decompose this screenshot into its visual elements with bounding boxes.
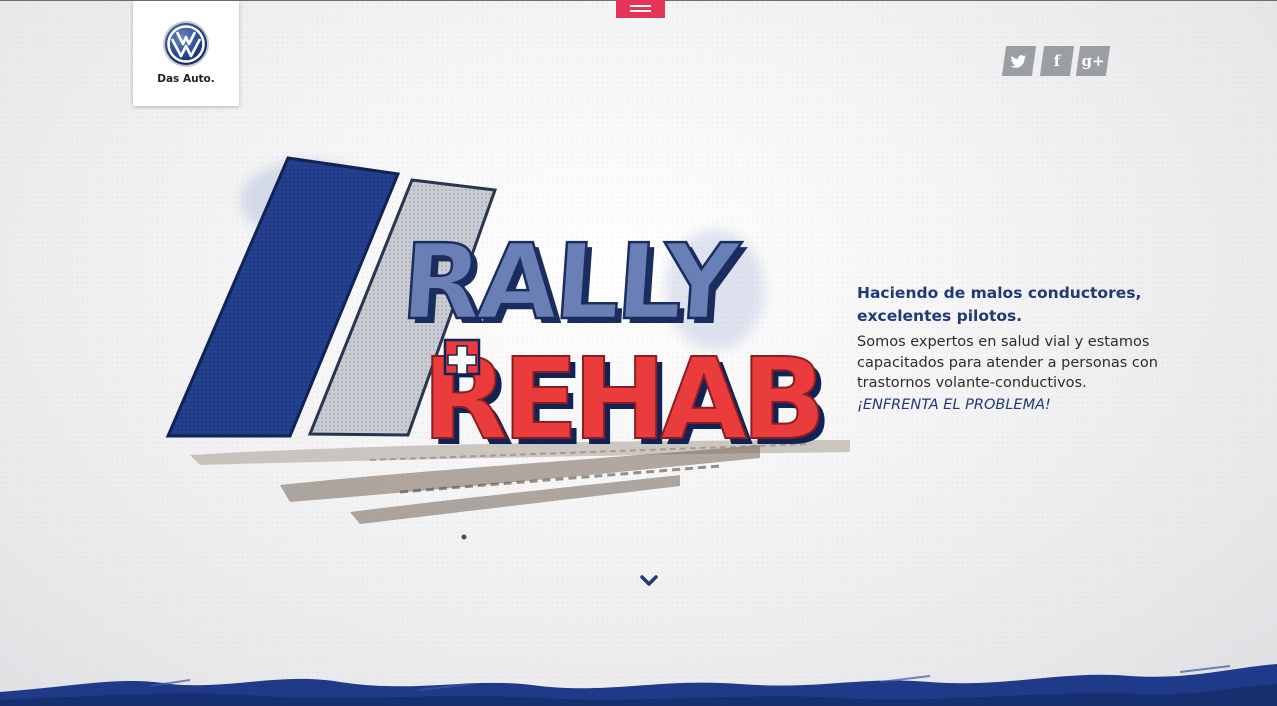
medical-cross-icon [443, 338, 481, 376]
twitter-icon [1010, 55, 1027, 68]
logo-tagline: Das Auto. [157, 73, 215, 85]
chevron-down-icon[interactable] [639, 574, 659, 588]
rally-wordmark: RALLY RALLY [397, 220, 750, 348]
twitter-button[interactable] [1001, 46, 1037, 76]
facebook-icon: f [1053, 52, 1061, 70]
facebook-button[interactable]: f [1039, 46, 1075, 76]
menu-button[interactable] [616, 0, 665, 18]
vw-logo-icon [163, 21, 209, 67]
hero-cta-text: ¡ENFRENTA EL PROBLEMA! [857, 397, 1051, 413]
bottom-paint-strip [0, 664, 1277, 706]
hamburger-icon-line [630, 10, 651, 12]
hero-headline: Haciendo de malos conductores, excelente… [857, 284, 1142, 325]
google-plus-button[interactable]: g+ [1075, 46, 1111, 76]
rehab-wordmark: REHAB REHAB [421, 334, 833, 471]
google-plus-icon: g+ [1081, 52, 1105, 70]
svg-text:RALLY: RALLY [398, 221, 744, 343]
vw-logo-card[interactable]: Das Auto. [133, 1, 239, 106]
rally-rehab-logo-illustration: RALLY RALLY REHAB REHAB [165, 156, 850, 540]
hero-description: Somos expertos en salud vial y estamos c… [857, 334, 1158, 391]
hamburger-icon [630, 5, 651, 7]
svg-text:REHAB: REHAB [422, 335, 821, 465]
